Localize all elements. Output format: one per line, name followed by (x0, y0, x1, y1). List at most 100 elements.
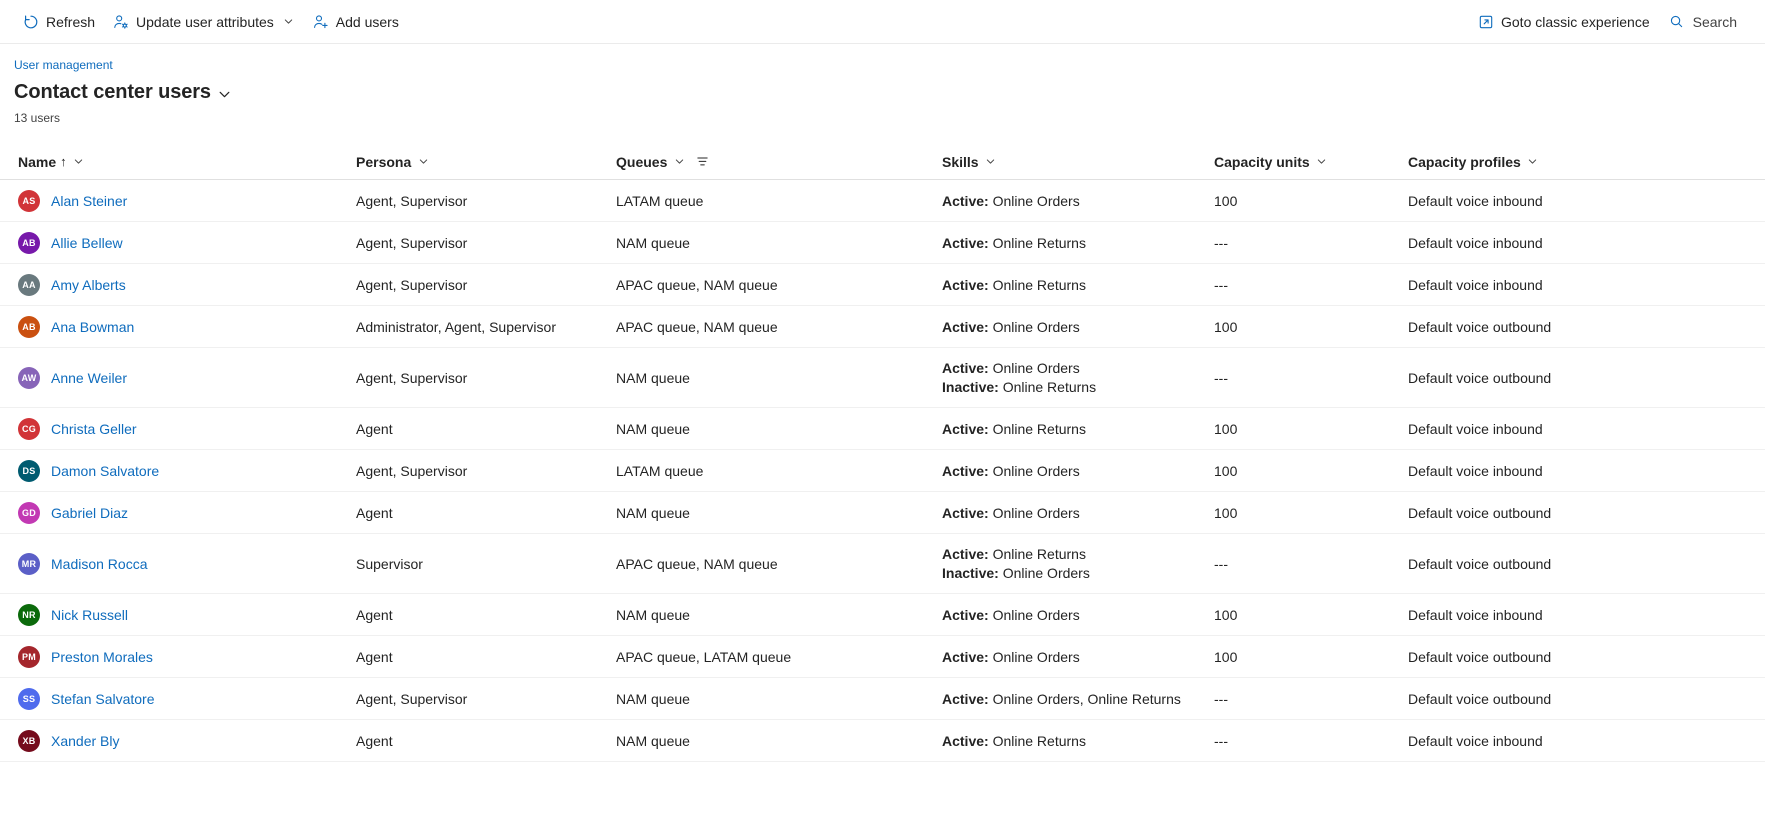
column-header-capacity-units[interactable]: Capacity units (1214, 144, 1408, 180)
breadcrumb-user-management[interactable]: User management (14, 57, 113, 73)
skill-state-label: Inactive: (942, 565, 999, 581)
table-row[interactable]: SS Stefan Salvatore Agent, Supervisor NAM q… (0, 678, 1765, 720)
cell-name: XB Xander Bly (18, 720, 356, 761)
skill-entry: Active: Online Orders (942, 648, 1080, 666)
user-name-link[interactable]: Damon Salvatore (51, 461, 159, 481)
cell-name: NR Nick Russell (18, 594, 356, 635)
avatar: XB (18, 729, 40, 752)
skill-value: Online Orders, Online Returns (992, 690, 1181, 707)
skill-value: Online Orders (992, 360, 1080, 376)
table-row[interactable]: AS Alan Steiner Agent, Supervisor LATAM que… (0, 180, 1765, 222)
cell-capacity-profiles: Default voice outbound (1408, 648, 1552, 665)
column-header-persona[interactable]: Persona (356, 144, 616, 180)
cell-name: AB Ana Bowman (18, 306, 356, 347)
table-row[interactable]: MR Madison Rocca Supervisor APAC queue, NAM… (0, 534, 1765, 594)
goto-classic-experience-button[interactable]: Goto classic experience (1469, 6, 1659, 38)
cell-persona: Administrator, Agent, Supervisor (356, 318, 556, 335)
skill-entry: Active: Online Returns (942, 420, 1086, 438)
title-chevron-down-icon[interactable] (218, 87, 232, 101)
skill-state-label: Active: (942, 606, 989, 623)
avatar: MR (18, 552, 40, 575)
cell-capacity-profiles: Default voice inbound (1408, 234, 1543, 251)
cell-persona: Agent (356, 504, 393, 521)
user-name-link[interactable]: Ana Bowman (51, 317, 134, 337)
avatar: PM (18, 645, 40, 668)
table-row[interactable]: DS Damon Salvatore Agent, Supervisor LATAM … (0, 450, 1765, 492)
user-name-link[interactable]: Gabriel Diaz (51, 503, 128, 523)
update-user-attributes-button[interactable]: Update user attributes (104, 6, 304, 38)
column-header-queues[interactable]: Queues (616, 144, 942, 180)
update-user-attributes-label: Update user attributes (136, 13, 274, 30)
chevron-down-icon[interactable] (673, 156, 685, 168)
chevron-down-icon[interactable] (1316, 156, 1328, 168)
skills-list: Active: Online Returns (942, 420, 1086, 438)
cell-skills: Active: Online Orders (942, 594, 1214, 635)
cell-persona: Agent (356, 648, 393, 665)
skill-state-label: Active: (942, 318, 989, 335)
refresh-button[interactable]: Refresh (14, 6, 104, 38)
chevron-down-icon[interactable] (985, 156, 997, 168)
cell-queues: LATAM queue (616, 192, 704, 209)
chevron-down-icon[interactable] (417, 156, 429, 168)
page-title: Contact center users (14, 81, 211, 103)
cell-persona: Agent (356, 420, 393, 437)
table-row[interactable]: CG Christa Geller Agent NAM queue Active: On… (0, 408, 1765, 450)
table-row[interactable]: AA Amy Alberts Agent, Supervisor APAC queue… (0, 264, 1765, 306)
cell-queues: APAC queue, NAM queue (616, 555, 778, 572)
skills-list: Active: Online Orders (942, 648, 1080, 666)
cell-queues: NAM queue (616, 504, 690, 521)
chevron-down-icon[interactable] (1527, 156, 1539, 168)
cell-queues: NAM queue (616, 420, 690, 437)
cell-queues: NAM queue (616, 369, 690, 386)
table-row[interactable]: NR Nick Russell Agent NAM queue Active: Onli… (0, 594, 1765, 636)
skill-entry: Active: Online Orders (942, 606, 1080, 624)
add-users-button[interactable]: Add users (304, 6, 408, 38)
user-name-link[interactable]: Anne Weiler (51, 368, 127, 388)
skill-entry: Active: Online Returns (942, 276, 1086, 294)
search-icon (1669, 14, 1685, 30)
search-input[interactable]: Search (1659, 6, 1747, 38)
column-header-capacity-profiles[interactable]: Capacity profiles (1408, 144, 1738, 180)
column-header-skills[interactable]: Skills (942, 144, 1214, 180)
skill-state-label: Active: (942, 690, 989, 707)
table-row[interactable]: PM Preston Morales Agent APAC queue, LATAM … (0, 636, 1765, 678)
skill-entry: Inactive: Online Returns (942, 378, 1096, 396)
table-row[interactable]: AB Allie Bellew Agent, Supervisor NAM queue… (0, 222, 1765, 264)
user-name-link[interactable]: Nick Russell (51, 605, 128, 625)
avatar: NR (18, 603, 40, 626)
cell-persona: Agent, Supervisor (356, 690, 468, 707)
cell-queues: NAM queue (616, 234, 690, 251)
table-row[interactable]: XB Xander Bly Agent NAM queue Active: Online… (0, 720, 1765, 762)
skill-value: Online Returns (992, 546, 1086, 562)
table-row[interactable]: AW Anne Weiler Agent, Supervisor NAM queue A… (0, 348, 1765, 408)
chevron-down-icon[interactable] (73, 156, 85, 168)
user-name-link[interactable]: Allie Bellew (51, 233, 123, 253)
chevron-down-icon[interactable] (283, 16, 295, 28)
user-name-link[interactable]: Stefan Salvatore (51, 689, 155, 709)
user-name-link[interactable]: Madison Rocca (51, 554, 148, 574)
cell-skills: Active: Online Orders, Online Returns (942, 678, 1214, 719)
cell-queues: APAC queue, LATAM queue (616, 648, 792, 665)
cell-skills: Active: Online Orders Inactive: Online Re… (942, 348, 1214, 407)
cell-skills: Active: Online Orders (942, 306, 1214, 347)
skills-list: Active: Online Orders, Online Returns (942, 690, 1181, 708)
user-name-link[interactable]: Xander Bly (51, 731, 119, 751)
cell-skills: Active: Online Returns Inactive: Online O… (942, 534, 1214, 593)
skill-state-label: Active: (942, 462, 989, 479)
column-header-name[interactable]: Name ↑ (18, 144, 356, 180)
user-name-link[interactable]: Amy Alberts (51, 275, 126, 295)
command-bar-right-group: Goto classic experience Search (1469, 6, 1747, 38)
table-row[interactable]: GD Gabriel Diaz Agent NAM queue Active: Onli… (0, 492, 1765, 534)
user-name-link[interactable]: Christa Geller (51, 419, 137, 439)
user-name-link[interactable]: Preston Morales (51, 647, 153, 667)
column-header-capacity-profiles-label: Capacity profiles (1408, 153, 1521, 170)
skill-value: Online Returns (1002, 379, 1097, 395)
user-name-link[interactable]: Alan Steiner (51, 191, 127, 211)
skill-value: Online Orders (992, 648, 1080, 665)
cell-capacity-profiles: Default voice outbound (1408, 690, 1552, 707)
filter-icon[interactable] (695, 155, 709, 169)
skills-list: Active: Online Orders (942, 606, 1080, 624)
table-row[interactable]: AB Ana Bowman Administrator, Agent, Superv… (0, 306, 1765, 348)
column-header-queues-label: Queues (616, 153, 668, 170)
skill-state-label: Active: (942, 546, 989, 562)
